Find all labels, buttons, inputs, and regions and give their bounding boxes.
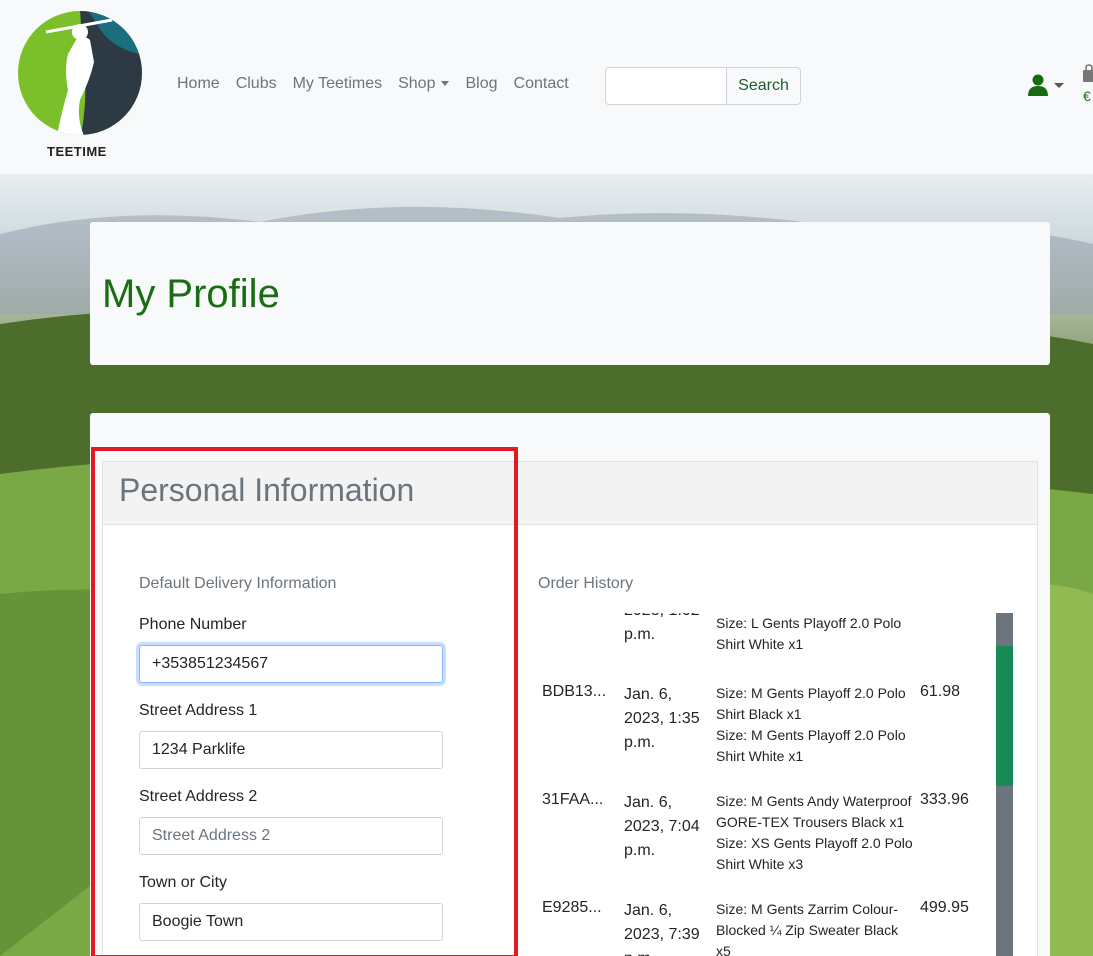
order-date: Jan. 6, 2023, 7:39 p.m. — [624, 902, 700, 956]
order-date: 2023, 1:02 p.m. — [624, 613, 700, 643]
search-button[interactable]: Search — [726, 67, 801, 105]
nav-contact[interactable]: Contact — [514, 75, 569, 93]
account-menu[interactable] — [1028, 74, 1064, 96]
order-total: 333.96 — [920, 791, 969, 808]
order-date: Jan. 6, 2023, 1:35 p.m. — [624, 686, 700, 751]
personal-information-card: Personal Information Default Delivery In… — [102, 461, 1038, 956]
nav-my-teetimes[interactable]: My Teetimes — [293, 75, 383, 93]
bag-total[interactable]: € — [1083, 88, 1091, 104]
street2-label: Street Address 2 — [139, 788, 258, 805]
delivery-info-heading: Default Delivery Information — [139, 575, 337, 592]
user-icon — [1028, 74, 1048, 96]
nav-shop-label: Shop — [398, 75, 436, 92]
brand-logo[interactable] — [16, 10, 144, 162]
order-item: Size: M Gents Playoff 2.0 Polo Shirt Bla… — [716, 685, 906, 722]
golfer-logo-icon — [18, 11, 142, 135]
personal-information-heading: Personal Information — [119, 472, 415, 508]
street-address-1-field[interactable] — [139, 731, 443, 769]
order-item: Size: M Gents Andy Waterproof GORE-TEX T… — [716, 793, 912, 830]
shopping-bag-icon[interactable] — [1083, 64, 1093, 84]
order-items: Size: M Gents Andy Waterproof GORE-TEX T… — [716, 791, 916, 875]
street-address-2-field[interactable] — [139, 817, 443, 855]
chevron-down-icon — [1054, 82, 1064, 88]
nav-blog[interactable]: Blog — [465, 75, 497, 93]
order-item: Size: XS Gents Playoff 2.0 Polo Shirt Wh… — [716, 835, 913, 872]
nav-home[interactable]: Home — [177, 75, 220, 93]
profile-content-card: Personal Information Default Delivery In… — [90, 413, 1050, 956]
order-history-heading: Order History — [538, 575, 634, 592]
phone-label: Phone Number — [139, 616, 247, 633]
main-nav: Home Clubs My Teetimes Shop Blog Contact — [177, 75, 585, 93]
order-total: 61.98 — [920, 683, 961, 700]
town-field[interactable] — [139, 903, 443, 941]
order-number[interactable]: E9285... — [542, 899, 602, 917]
order-items: Size: M Gents Playoff 2.0 Polo Shirt Bla… — [716, 683, 916, 767]
order-date: Jan. 6, 2023, 7:04 p.m. — [624, 794, 700, 859]
search-input[interactable] — [605, 67, 727, 105]
profile-header-card: My Profile — [90, 222, 1050, 365]
order-items: Size: M Gents Zarrim Colour-Blocked ¼ Zi… — [716, 899, 916, 956]
order-number[interactable]: BDB13... — [542, 683, 606, 701]
order-number[interactable]: 31FAA... — [542, 791, 603, 809]
nav-shop[interactable]: Shop — [398, 75, 450, 93]
navbar: TEETIME Home Clubs My Teetimes Shop Blog… — [0, 0, 1093, 174]
order-item: Size: M Gents Playoff 2.0 Polo Shirt Whi… — [716, 727, 906, 764]
order-history-scrollbar[interactable] — [996, 613, 1013, 956]
order-items: Size: L Gents Playoff 2.0 Polo Shirt Whi… — [716, 613, 916, 655]
phone-field[interactable] — [139, 645, 443, 683]
order-history-table[interactable]: 2023, 1:02 p.m. Size: L Gents Playoff 2.… — [538, 613, 984, 956]
nav-clubs[interactable]: Clubs — [236, 75, 277, 93]
street1-label: Street Address 1 — [139, 702, 258, 719]
chevron-down-icon — [441, 81, 450, 87]
order-item: Size: L Gents Playoff 2.0 Polo Shirt Whi… — [716, 615, 902, 652]
order-item: Size: M Gents Zarrim Colour-Blocked ¼ Zi… — [716, 901, 899, 956]
town-label: Town or City — [139, 874, 228, 891]
brand-name: TEETIME — [47, 144, 107, 159]
page-title: My Profile — [102, 272, 280, 316]
scrollbar-thumb[interactable] — [996, 646, 1013, 786]
order-total: 499.95 — [920, 899, 969, 916]
